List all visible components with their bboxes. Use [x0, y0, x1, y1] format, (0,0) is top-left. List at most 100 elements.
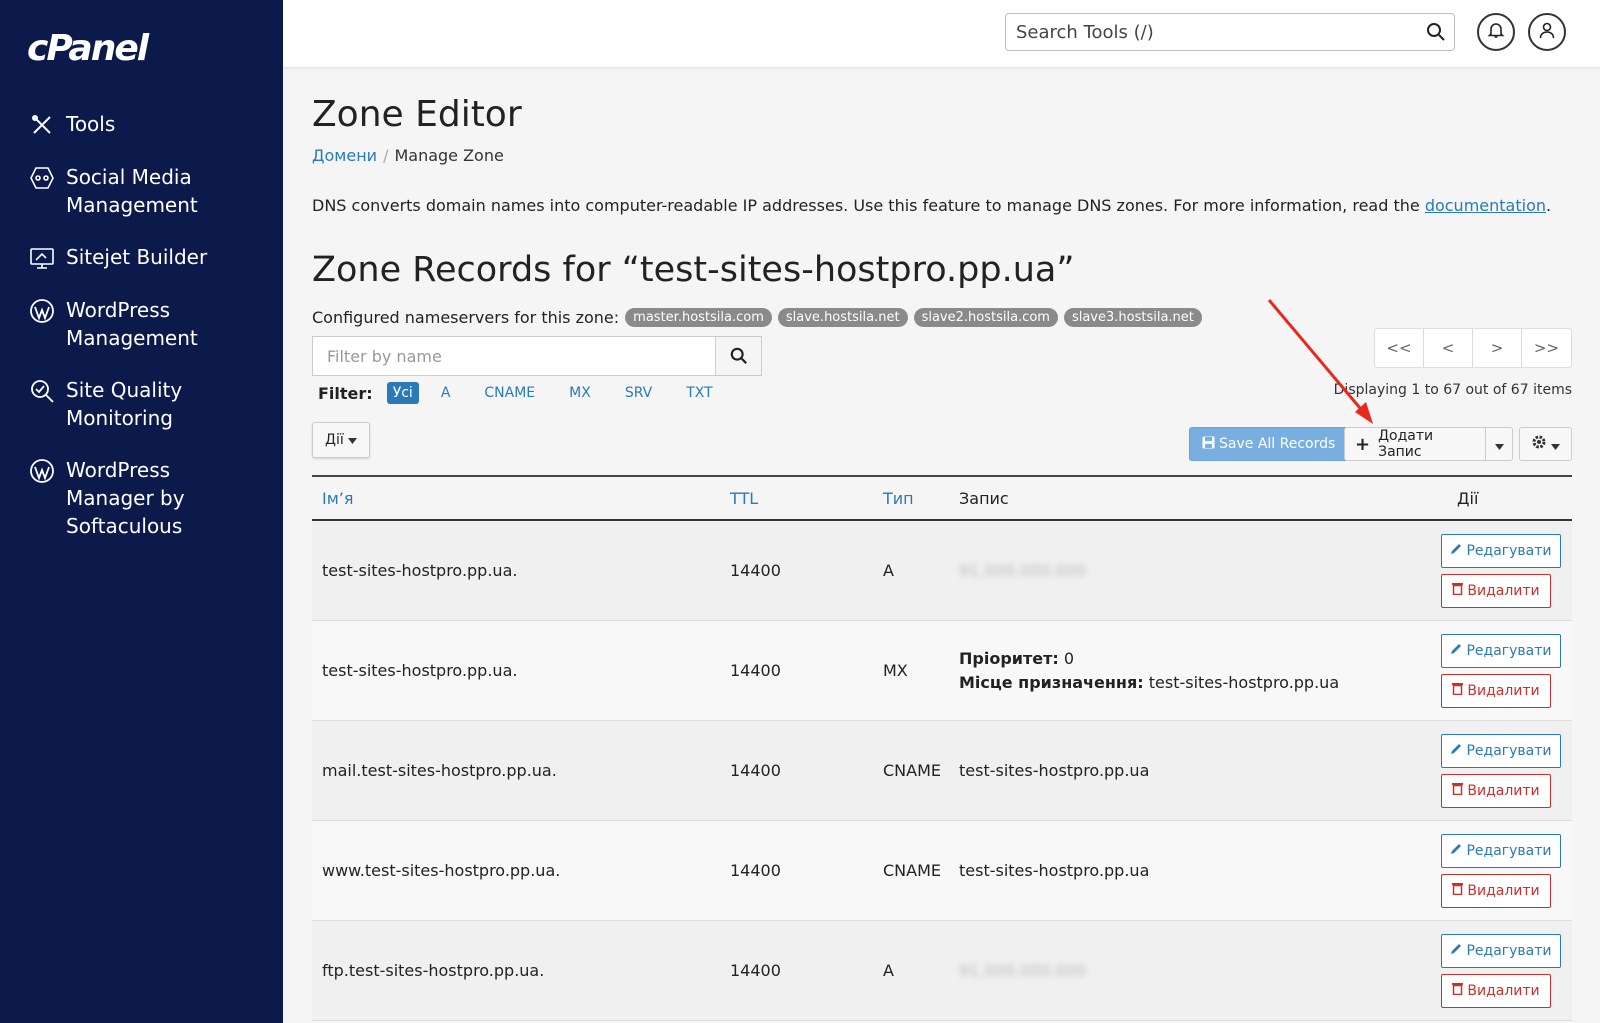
- record-type: MX: [883, 661, 908, 680]
- table-row: ftp.test-sites-hostpro.pp.ua. 14400 A 91…: [312, 921, 1572, 1021]
- add-record-button[interactable]: + Додати Запис: [1344, 427, 1486, 461]
- breadcrumb-domains-link[interactable]: Домени: [312, 146, 377, 165]
- row-actions: Редагувати Видалити: [1441, 733, 1572, 808]
- page-title: Zone Editor: [312, 94, 522, 135]
- filter-tab-cname[interactable]: CNAME: [478, 382, 541, 404]
- trash-icon: [1452, 782, 1467, 799]
- priority-label: Пріоритет:: [959, 648, 1059, 668]
- top-bar: [283, 0, 1600, 68]
- sidebar-item-site-quality[interactable]: Site Quality Monitoring: [0, 370, 283, 438]
- delete-record-button[interactable]: Видалити: [1441, 973, 1551, 1008]
- column-header-ttl[interactable]: TTL: [730, 489, 883, 508]
- bulk-actions-label: Дії: [325, 432, 344, 448]
- edit-record-button[interactable]: Редагувати: [1441, 833, 1561, 868]
- delete-record-button[interactable]: Видалити: [1441, 573, 1551, 608]
- pencil-icon: [1450, 643, 1466, 659]
- notifications-button[interactable]: [1477, 13, 1515, 51]
- filter-tab-txt[interactable]: TXT: [680, 382, 718, 404]
- breadcrumb: Домени / Manage Zone: [312, 146, 504, 165]
- trash-icon: [1452, 582, 1467, 599]
- caret-down-icon: [1494, 435, 1504, 454]
- pager-last-button[interactable]: >>: [1522, 329, 1571, 367]
- column-header-type[interactable]: Тип: [883, 489, 959, 508]
- record-ttl: 14400: [730, 961, 781, 980]
- record-value: test-sites-hostpro.pp.ua: [959, 861, 1150, 880]
- table-row: www.test-sites-hostpro.pp.ua. 14400 CNAM…: [312, 821, 1572, 921]
- delete-record-button[interactable]: Видалити: [1441, 873, 1551, 908]
- record-value-redacted: 91.000.000.000: [959, 961, 1087, 980]
- record-ttl: 14400: [730, 561, 781, 580]
- nameserver-badge: slave3.hostsila.net: [1063, 308, 1202, 327]
- pager-first-button[interactable]: <<: [1375, 329, 1424, 367]
- sidebar-item-tools[interactable]: Tools: [0, 104, 283, 145]
- filter-tab-mx[interactable]: MX: [563, 382, 597, 404]
- settings-dropdown-button[interactable]: [1519, 427, 1572, 461]
- edit-label: Редагувати: [1466, 542, 1552, 559]
- edit-record-button[interactable]: Редагувати: [1441, 733, 1561, 768]
- nameserver-badge: master.hostsila.com: [625, 308, 772, 327]
- cpanel-logo[interactable]: cPanel: [27, 28, 149, 69]
- pagination: << < > >>: [1374, 328, 1572, 368]
- search-tools-input[interactable]: [1006, 14, 1406, 50]
- documentation-link[interactable]: documentation: [1425, 196, 1546, 215]
- sidebar-item-sitejet[interactable]: Sitejet Builder: [0, 237, 283, 278]
- filter-tab-all[interactable]: Усі: [386, 382, 419, 404]
- filter-by-name-input[interactable]: [313, 337, 715, 375]
- page-description: DNS converts domain names into computer-…: [312, 196, 1552, 215]
- column-header-actions: Дії: [1441, 489, 1572, 508]
- filter-search-button[interactable]: [715, 337, 761, 375]
- delete-label: Видалити: [1467, 582, 1540, 599]
- sidebar-nav: Tools Social Media Management Sitejet Bu…: [0, 104, 283, 558]
- user-menu-button[interactable]: [1528, 13, 1566, 51]
- edit-record-button[interactable]: Редагувати: [1441, 633, 1561, 668]
- edit-record-button[interactable]: Редагувати: [1441, 933, 1561, 968]
- sidebar-item-label: WordPress Manager by Softaculous: [66, 458, 185, 538]
- caret-down-icon: [1551, 435, 1560, 454]
- actions-header-text: Дії: [1457, 488, 1479, 508]
- record-name: test-sites-hostpro.pp.ua.: [322, 661, 518, 680]
- add-record-dropdown-toggle[interactable]: [1485, 427, 1513, 461]
- pager-prev-button[interactable]: <: [1424, 329, 1473, 367]
- breadcrumb-current: Manage Zone: [394, 146, 504, 165]
- search-icon[interactable]: [1426, 22, 1446, 46]
- filter-label: Filter:: [318, 383, 373, 403]
- destination-value: test-sites-hostpro.pp.ua: [1148, 672, 1340, 692]
- record-value: test-sites-hostpro.pp.ua: [959, 761, 1150, 780]
- pencil-icon: [1450, 543, 1466, 559]
- record-name: www.test-sites-hostpro.pp.ua.: [322, 861, 561, 880]
- pencil-icon: [1450, 743, 1466, 759]
- delete-record-button[interactable]: Видалити: [1441, 673, 1551, 708]
- zone-records-title: Zone Records for “test-sites-hostpro.pp.…: [312, 250, 1075, 290]
- pencil-icon: [1450, 843, 1466, 859]
- edit-record-button[interactable]: Редагувати: [1441, 533, 1561, 568]
- bell-icon: [1487, 21, 1505, 43]
- row-actions: Редагувати Видалити: [1441, 933, 1572, 1008]
- edit-label: Редагувати: [1466, 842, 1552, 859]
- table-row: mail.test-sites-hostpro.pp.ua. 14400 CNA…: [312, 721, 1572, 821]
- column-header-name[interactable]: Ім’я: [312, 489, 730, 508]
- mx-priority: Пріоритет: 0: [959, 647, 1441, 671]
- trash-icon: [1452, 882, 1467, 899]
- record-type: A: [883, 961, 894, 980]
- pager-next-button[interactable]: >: [1473, 329, 1522, 367]
- record-name: ftp.test-sites-hostpro.pp.ua.: [322, 961, 545, 980]
- sidebar-item-social-media[interactable]: Social Media Management: [0, 157, 283, 225]
- delete-record-button[interactable]: Видалити: [1441, 773, 1551, 808]
- sidebar-item-label: Site Quality Monitoring: [66, 378, 183, 430]
- table-row: test-sites-hostpro.pp.ua. 14400 A 91.000…: [312, 521, 1572, 621]
- tools-icon: [28, 111, 56, 139]
- record-ttl: 14400: [730, 861, 781, 880]
- edit-label: Редагувати: [1466, 942, 1552, 959]
- edit-label: Редагувати: [1466, 642, 1552, 659]
- record-value-redacted: 91.000.000.000: [959, 561, 1087, 580]
- filter-tab-a[interactable]: A: [435, 382, 457, 404]
- sidebar-item-wordpress-softaculous[interactable]: WordPress Manager by Softaculous: [0, 450, 283, 546]
- filter-tab-srv[interactable]: SRV: [619, 382, 658, 404]
- bulk-actions-dropdown[interactable]: Дії: [312, 422, 370, 458]
- save-all-records-button[interactable]: Save All Records: [1189, 427, 1349, 461]
- record-ttl: 14400: [730, 661, 781, 680]
- delete-label: Видалити: [1467, 682, 1540, 699]
- record-type: CNAME: [883, 861, 941, 880]
- sidebar-item-wordpress-management[interactable]: WordPress Management: [0, 290, 283, 358]
- search-tools: [1005, 13, 1455, 51]
